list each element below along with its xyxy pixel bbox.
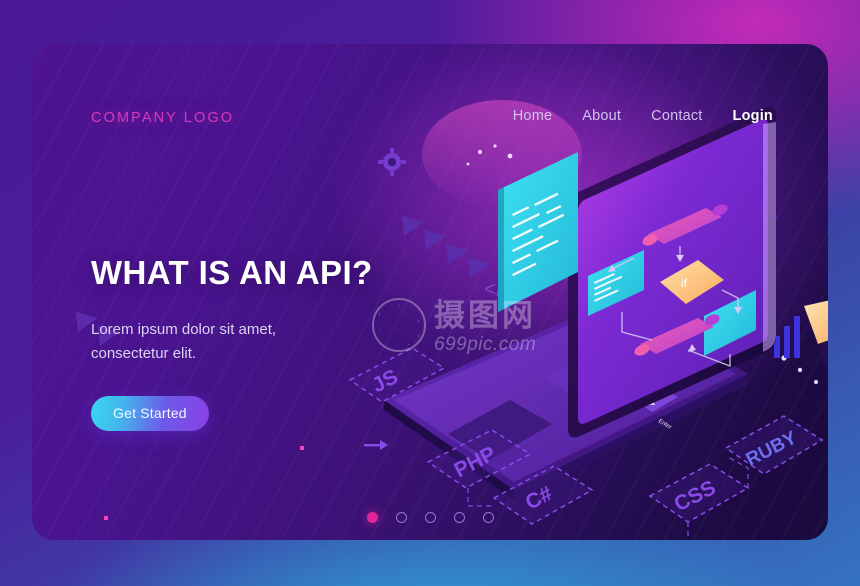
hero-description-line1: Lorem ipsum dolor sit amet, — [91, 320, 277, 338]
decor-pink-dots — [104, 446, 304, 520]
laptop-base — [384, 298, 748, 500]
floating-code-panel-large — [498, 152, 578, 312]
svg-text:{: { — [687, 146, 698, 184]
flowchart-decision-label: if — [681, 276, 688, 290]
carousel-dot-1[interactable] — [366, 512, 378, 523]
code-glyph-decor: </> — [484, 278, 514, 301]
language-tag-csharp-label: C# — [522, 482, 557, 515]
nav-item-contact[interactable]: Contact — [651, 108, 702, 124]
hero-section: WHAT IS AN API? Lorem ipsum dolor sit am… — [91, 254, 421, 432]
svg-text:▶: ▶ — [644, 395, 659, 410]
language-tag-css-label: CSS — [671, 476, 720, 516]
decor-sparkles — [466, 144, 818, 384]
svg-text:Enter: Enter — [657, 419, 672, 431]
svg-text:}: } — [766, 196, 777, 234]
language-tag-php — [426, 429, 532, 489]
language-tag-ruby — [724, 415, 824, 475]
decor-orange-card — [804, 300, 828, 366]
nav-item-home[interactable]: Home — [513, 108, 552, 124]
carousel-dot-5[interactable] — [482, 512, 494, 523]
svg-text:◀: ◀ — [590, 361, 605, 376]
landing-page-card: </> { } ◀ 0 1 ▶ Enter if JS PHP C# CSS R… — [32, 44, 828, 540]
page-title: WHAT IS AN API? — [91, 254, 373, 291]
nav-item-about[interactable]: About — [582, 108, 621, 124]
decor-arrow-left — [364, 440, 388, 450]
svg-text:1: 1 — [627, 383, 638, 396]
carousel-dot-4[interactable] — [453, 512, 465, 523]
carousel-pagination — [32, 512, 828, 523]
carousel-dot-3[interactable] — [424, 512, 436, 523]
hero-description: Lorem ipsum dolor sit amet, consectetur … — [91, 318, 421, 365]
decor-braces-right: { } — [687, 146, 777, 234]
nav-item-login[interactable]: Login — [733, 108, 773, 124]
svg-text:0: 0 — [609, 372, 620, 385]
carousel-dot-2[interactable] — [395, 512, 407, 523]
watermark-cn-text: 摄图网 — [434, 298, 536, 333]
language-tag-ruby-label: RUBY — [743, 427, 801, 470]
gear-icon-decor — [378, 148, 406, 176]
laptop-screen — [568, 106, 776, 438]
flowchart-diagram: if — [588, 204, 756, 368]
watermark-url-text: 699pic.com — [434, 334, 537, 355]
get-started-button[interactable]: Get Started — [91, 396, 209, 432]
main-navigation: Home About Contact Login — [513, 108, 773, 124]
hero-description-line2: consectetur elit. — [91, 344, 197, 362]
language-tag-php-label: PHP — [451, 442, 500, 482]
laptop-keyboard: ◀ 0 1 ▶ Enter — [544, 346, 678, 431]
company-logo[interactable]: COMPANY LOGO — [91, 110, 234, 126]
decor-bar-chart — [774, 316, 800, 358]
